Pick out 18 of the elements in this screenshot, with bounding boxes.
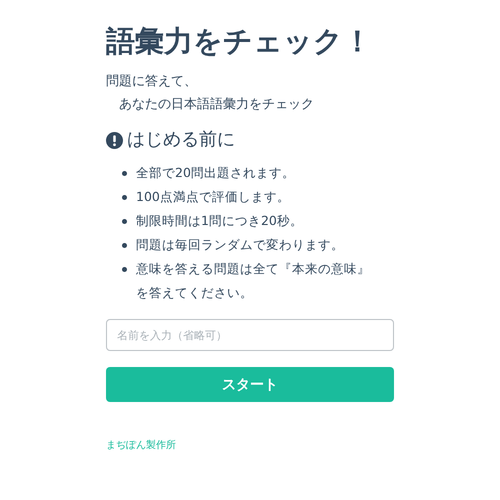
bullet-icon — [122, 267, 127, 272]
rule-item: 問題は毎回ランダムで変わります。 — [136, 236, 345, 254]
section-heading: はじめる前に — [127, 128, 235, 152]
bullet-icon — [122, 219, 127, 224]
intro-text: 問題に答えて、 — [106, 73, 198, 91]
page-title: 語彙力をチェック！ — [106, 23, 373, 60]
footer-link[interactable]: まぢぽん製作所 — [106, 438, 394, 452]
bullet-icon — [122, 243, 127, 248]
rule-item: 制限時間は1問につき20秒。 — [136, 212, 304, 230]
bullet-icon — [122, 195, 127, 200]
rule-item: 全部で20問出題されます。 — [136, 164, 296, 182]
name-input-field[interactable]: 名前を入力（省略可） — [106, 319, 394, 351]
start-button[interactable]: スタート — [106, 367, 394, 402]
exclamation-icon — [106, 132, 123, 148]
bullet-icon — [122, 171, 127, 176]
rule-item: 100点満点で評価します。 — [136, 188, 291, 206]
rule-item: 意味を答える問題は全て『本来の意味』を答えてください。 — [136, 260, 371, 302]
intro-text: あなたの日本語語彙力をチェック — [118, 96, 315, 114]
